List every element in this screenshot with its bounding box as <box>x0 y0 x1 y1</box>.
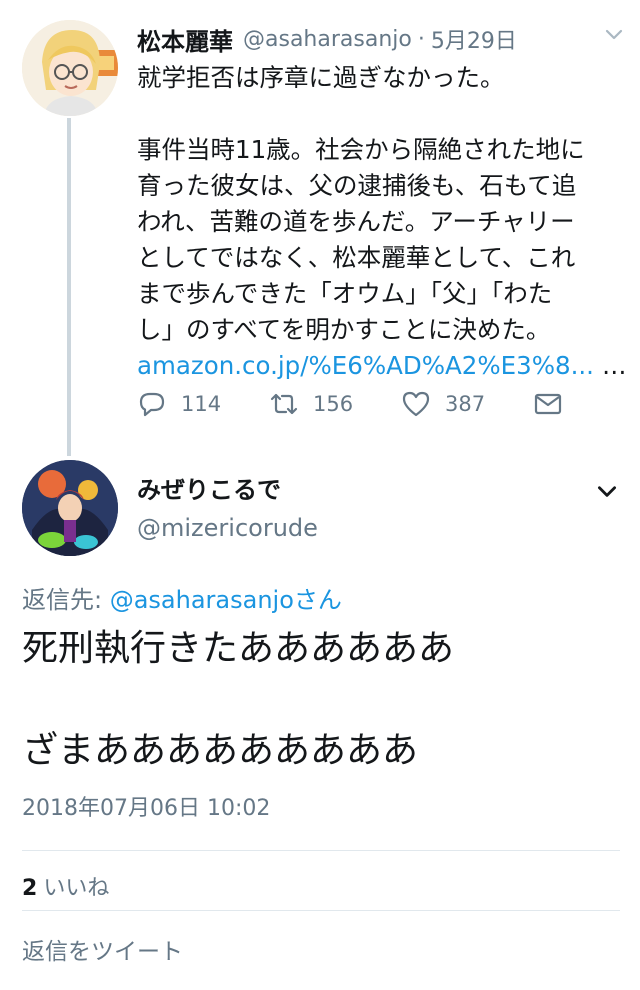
retweet-count: 156 <box>313 392 354 416</box>
retweet-button[interactable]: 156 <box>269 389 401 419</box>
divider <box>22 850 620 851</box>
parent-tweet-header: 松本麗華 @asaharasanjo · 5月29日 <box>137 22 626 56</box>
retweet-icon <box>270 393 298 415</box>
parent-link-line: amazon.co.jp/%E6%AD%A2%E3%8...… <box>137 348 627 384</box>
parent-text-line: われ、苦難の道を歩んだ。アーチャリー <box>137 207 575 236</box>
parent-action-bar: 114 156 387 <box>137 384 577 424</box>
envelope-icon <box>534 393 562 415</box>
parent-date[interactable]: 5月29日 <box>431 23 517 55</box>
divider <box>22 910 620 911</box>
likes-summary[interactable]: 2 いいね <box>22 870 109 902</box>
parent-text-line: としてではなく、松本麗華として、これ <box>137 243 576 272</box>
parent-text-line: まで歩んできた「オウム」「父」「わた <box>137 279 553 308</box>
parent-text-line: 事件当時11歳。社会から隔絶された地に <box>137 135 585 164</box>
reply-to-prefix: 返信先: <box>22 586 110 614</box>
parent-handle[interactable]: @asaharasanjo <box>243 27 412 52</box>
likes-label: いいね <box>43 876 110 901</box>
reply-display-name[interactable]: みぜりこるで <box>137 470 281 505</box>
parent-text-line: 就学拒否は序章に過ぎなかった。 <box>137 63 505 92</box>
reply-text-line: ざまあああああああああ <box>22 730 419 771</box>
tweet-timestamp: 2018年07月06日 10:02 <box>22 796 271 821</box>
reply-handle[interactable]: @mizericorude <box>137 514 318 542</box>
like-count: 387 <box>445 392 486 416</box>
trailing-ellipsis: … <box>601 351 627 380</box>
reply-text-line: 死刑執行きたああああああ <box>22 628 455 669</box>
avatar-illustration <box>22 460 118 556</box>
reply-avatar[interactable] <box>22 460 118 556</box>
header-separator: · <box>417 26 425 52</box>
amazon-link[interactable]: amazon.co.jp/%E6%AD%A2%E3%8... <box>137 351 594 380</box>
parent-display-name[interactable]: 松本麗華 <box>137 22 233 57</box>
like-button[interactable]: 387 <box>401 389 533 419</box>
chevron-down-icon[interactable] <box>602 22 626 46</box>
likes-count: 2 <box>22 876 38 901</box>
reply-tweet-input[interactable]: 返信をツイート <box>22 932 183 966</box>
parent-text-line: し」のすべてを明かすことに決めた。 <box>137 315 551 344</box>
chevron-down-icon[interactable] <box>594 478 620 504</box>
parent-text-line: 育った彼女は、父の逮捕後も、石もて追 <box>137 171 577 200</box>
reply-to-line: 返信先: @asaharasanjoさん <box>22 580 342 615</box>
reply-to-mention[interactable]: @asaharasanjoさん <box>110 586 342 614</box>
avatar-illustration <box>22 20 118 116</box>
reply-count: 114 <box>181 392 222 416</box>
direct-message-button[interactable] <box>533 389 577 419</box>
reply-tweet-text: 死刑執行きたああああああ ざまあああああああああ <box>22 622 622 778</box>
heart-icon <box>402 391 430 417</box>
thread-connector-line <box>67 118 71 456</box>
parent-avatar[interactable] <box>22 20 118 116</box>
reply-button[interactable]: 114 <box>137 389 269 419</box>
reply-icon <box>139 392 165 417</box>
parent-tweet-text: 就学拒否は序章に過ぎなかった。 事件当時11歳。社会から隔絶された地に 育った彼… <box>137 60 627 384</box>
